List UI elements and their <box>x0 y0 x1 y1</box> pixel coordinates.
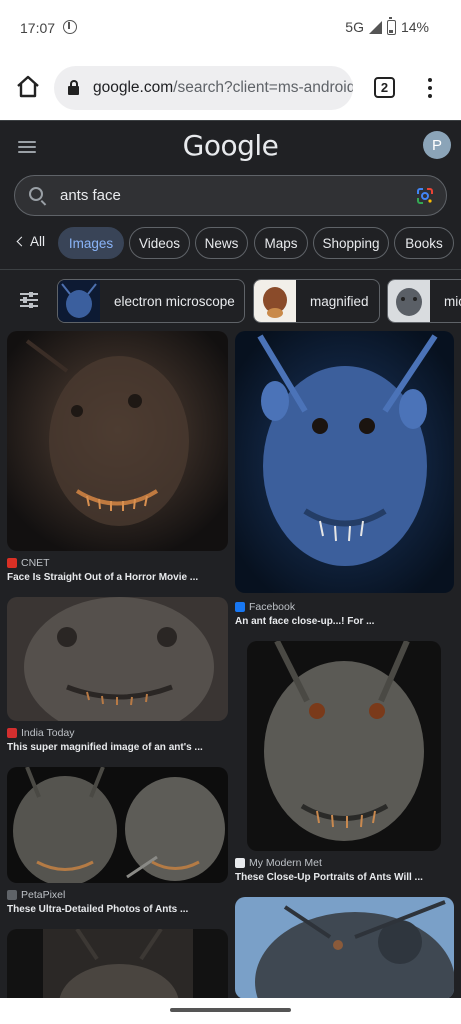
cnet-favicon-icon <box>7 558 17 568</box>
avatar[interactable]: P <box>423 131 451 159</box>
status-time: 17:07 <box>20 20 56 36</box>
result-image-partial-right[interactable] <box>235 897 454 998</box>
search-icon <box>29 187 43 201</box>
refine-chip-magnified[interactable]: magnified <box>253 279 380 323</box>
status-bar: 17:07 5G 14% <box>0 0 461 56</box>
result-caption[interactable]: These Close-Up Portraits of Ants Will ..… <box>235 872 455 883</box>
tab-news[interactable]: News <box>195 227 248 259</box>
overflow-menu-icon[interactable] <box>420 75 440 101</box>
data-saver-icon <box>63 20 77 34</box>
refine-thumbnail <box>388 280 430 322</box>
tab-shopping[interactable]: Shopping <box>313 227 389 259</box>
result-image-petapixel[interactable] <box>7 767 228 883</box>
status-right: 5G 14% <box>345 16 429 35</box>
result-image-cnet[interactable] <box>7 331 228 551</box>
refinement-chips: electron microscope magnified mic <box>0 279 461 323</box>
browser-toolbar: google.com/search?client=ms-android 2 <box>0 56 461 120</box>
divider <box>0 269 461 270</box>
result-caption[interactable]: An ant face close-up...! For ... <box>235 616 455 627</box>
result-source: India Today <box>7 727 75 739</box>
signal-icon <box>368 20 382 34</box>
result-caption[interactable]: This super magnified image of an ant's .… <box>7 742 227 753</box>
gesture-handle[interactable] <box>170 1008 291 1012</box>
battery-percent: 14% <box>400 19 429 35</box>
refine-label: electron microscope <box>114 293 235 309</box>
result-image-facebook[interactable] <box>235 331 454 593</box>
tab-images[interactable]: Images <box>58 227 124 259</box>
search-filter-tabs: All Images Videos News Maps Shopping Boo… <box>0 225 461 261</box>
facebook-favicon-icon <box>235 602 245 612</box>
url-text: google.com/search?client=ms-android <box>93 79 353 96</box>
tune-icon[interactable] <box>20 292 38 308</box>
search-query: ants face <box>60 187 121 204</box>
refine-label: mic <box>444 293 461 309</box>
search-input[interactable]: ants face <box>14 175 447 216</box>
india-today-favicon-icon <box>7 728 17 738</box>
refine-chip-electron-microscope[interactable]: electron microscope <box>57 279 245 323</box>
tab-books[interactable]: Books <box>394 227 454 259</box>
refine-label: magnified <box>310 293 369 309</box>
google-lens-icon[interactable] <box>416 187 434 205</box>
google-results-page: Google P ants face All Images Videos New… <box>0 120 461 998</box>
tab-switcher-button[interactable]: 2 <box>374 77 395 98</box>
result-image-my-modern-met[interactable] <box>247 641 441 851</box>
result-image-india-today[interactable] <box>7 597 228 721</box>
home-icon[interactable] <box>14 73 42 101</box>
petapixel-favicon-icon <box>7 890 17 900</box>
refine-chip-microscope[interactable]: mic <box>387 279 461 323</box>
refine-thumbnail <box>254 280 296 322</box>
lock-icon <box>68 80 79 95</box>
result-source: My Modern Met <box>235 857 322 869</box>
google-logo[interactable]: Google <box>0 129 461 162</box>
chevron-left-icon <box>16 236 27 247</box>
tab-maps[interactable]: Maps <box>254 227 308 259</box>
url-bar[interactable]: google.com/search?client=ms-android <box>54 66 353 110</box>
my-modern-met-favicon-icon <box>235 858 245 868</box>
tab-videos[interactable]: Videos <box>129 227 190 259</box>
tab-all[interactable]: All <box>16 234 45 249</box>
result-caption[interactable]: Face Is Straight Out of a Horror Movie .… <box>7 572 227 583</box>
battery-icon <box>386 16 396 35</box>
result-source: CNET <box>7 557 50 569</box>
result-image-partial-left[interactable] <box>7 929 228 998</box>
result-source: PetaPixel <box>7 889 65 901</box>
result-source: Facebook <box>235 601 295 613</box>
refine-thumbnail <box>58 280 100 322</box>
result-caption[interactable]: These Ultra-Detailed Photos of Ants ... <box>7 904 227 915</box>
system-nav-bar <box>0 998 461 1024</box>
network-label: 5G <box>345 19 364 35</box>
